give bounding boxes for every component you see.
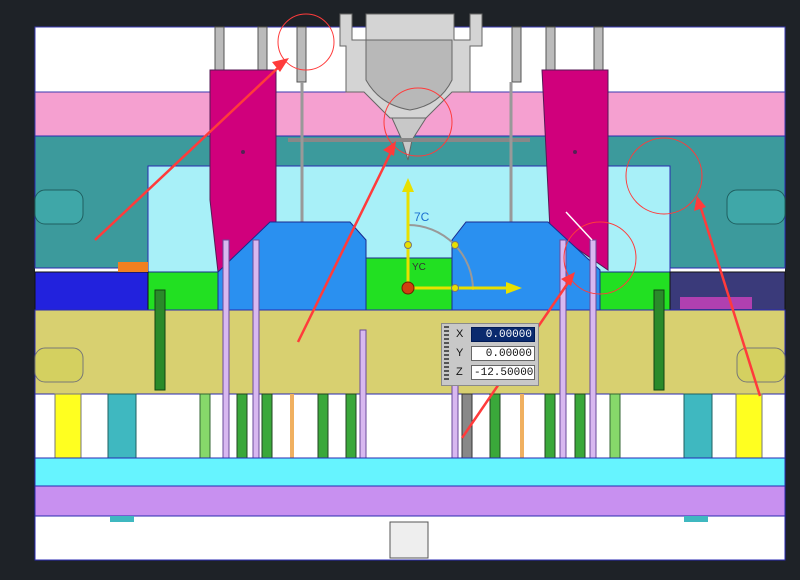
cyan-guide-post (107, 393, 137, 459)
x-coordinate-input[interactable]: 0.00000 (471, 327, 535, 342)
coordinate-row-z: Z -12.50000 (442, 365, 538, 382)
ejector-pin (544, 393, 556, 459)
move-handle-icon[interactable] (451, 241, 459, 249)
khaki-plate (34, 309, 786, 395)
x-label: X (456, 328, 464, 340)
z-coordinate-input[interactable]: -12.50000 (471, 365, 535, 380)
angle-dimension-label: 7C (414, 210, 430, 224)
return-pin (653, 289, 665, 391)
right-purple-tag (680, 297, 752, 309)
knockout-hole (389, 521, 429, 559)
ejector-pin (345, 393, 357, 459)
coordinate-input-panel[interactable]: X 0.00000 Y 0.00000 Z -12.50000 (441, 323, 539, 386)
cyan-guide-post (683, 393, 713, 459)
origin-point-icon[interactable] (401, 281, 415, 295)
ejector-plate (34, 485, 786, 517)
spacer-region (34, 393, 786, 459)
return-pin (154, 289, 166, 391)
ejector-pin (574, 393, 586, 459)
coordinate-row-y: Y 0.00000 (442, 346, 538, 363)
yellow-support-pillar (735, 393, 763, 459)
slider-bolt (573, 150, 577, 154)
lavender-rod (252, 239, 260, 481)
slider-bolt (241, 150, 245, 154)
cad-viewport[interactable]: 7C YC X 0.00000 Y 0.00000 Z -12.50000 (0, 0, 800, 575)
axis-label: YC (412, 262, 426, 273)
left-orange-tag (118, 262, 148, 272)
lavender-rod (559, 239, 567, 481)
ejector-pin (317, 393, 329, 459)
right-khaki-cylinder (736, 347, 786, 383)
y-label: Y (456, 347, 464, 359)
ejector-retainer-plate (34, 457, 786, 487)
right-side-cylinder (726, 189, 786, 225)
ejector-pin (520, 394, 524, 458)
move-handle-icon[interactable] (451, 284, 459, 292)
ejector-pin (609, 393, 621, 459)
left-side-cylinder (34, 189, 84, 225)
ejector-pin (489, 393, 501, 459)
yellow-support-pillar (54, 393, 82, 459)
y-coordinate-input[interactable]: 0.00000 (471, 346, 535, 361)
z-label: Z (456, 366, 463, 378)
guide-rod (511, 26, 522, 83)
ejector-pin (261, 393, 273, 459)
ejector-pin (290, 394, 294, 458)
ejector-pin (236, 393, 248, 459)
bottom-bushing (684, 516, 708, 522)
bottom-bushing (110, 516, 134, 522)
lavender-rod (589, 239, 597, 481)
move-handle-icon[interactable] (404, 241, 412, 249)
mold-assembly-drawing[interactable] (0, 0, 800, 575)
lavender-rod (222, 239, 230, 481)
left-dark-plate (34, 271, 149, 311)
left-khaki-cylinder (34, 347, 84, 383)
ejector-pin (199, 393, 211, 459)
coordinate-row-x: X 0.00000 (442, 327, 538, 344)
guide-rod (296, 26, 307, 83)
